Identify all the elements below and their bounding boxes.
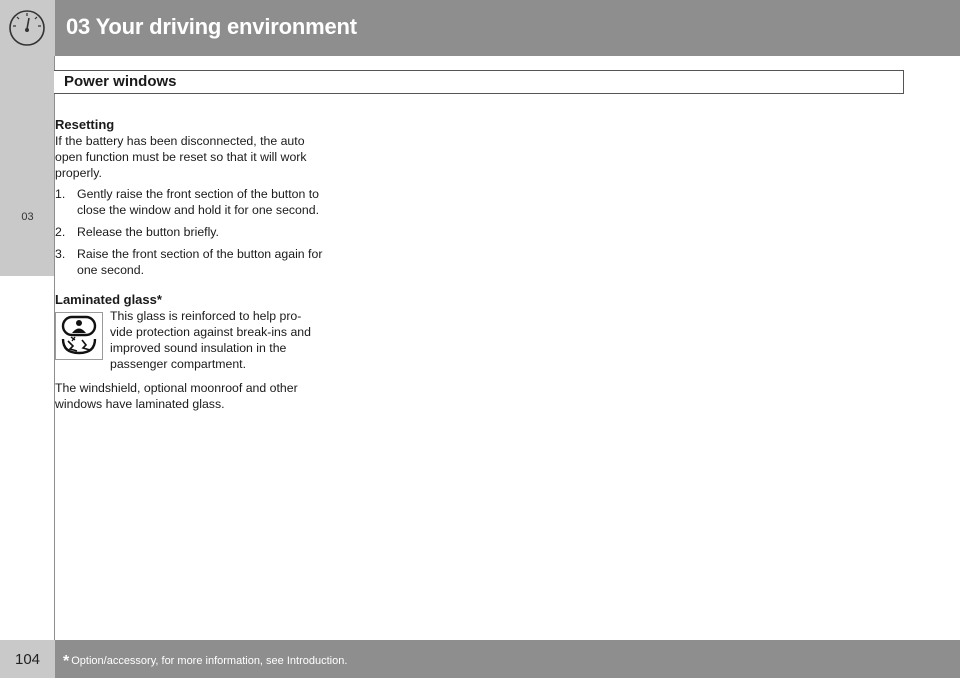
step-number: 3. bbox=[55, 247, 66, 261]
step-number: 1. bbox=[55, 187, 66, 201]
footnote: * Option/accessory, for more information,… bbox=[63, 653, 347, 671]
laminated-heading: Laminated glass* bbox=[55, 292, 162, 307]
laminated-text: This glass is reinforced to help pro-vid… bbox=[110, 309, 311, 371]
header-icon-box bbox=[0, 0, 55, 56]
step-text: Gently raise the front section of the bu… bbox=[77, 187, 319, 217]
step-text: Release the button briefly. bbox=[77, 225, 219, 239]
section-title-box bbox=[54, 70, 904, 94]
laminated-glass-icon bbox=[55, 312, 103, 360]
step-number: 2. bbox=[55, 225, 66, 239]
resetting-steps: 1. Gently raise the front section of the… bbox=[55, 186, 323, 278]
step-item: 3. Raise the front section of the button… bbox=[55, 246, 323, 278]
resetting-heading: Resetting bbox=[55, 117, 115, 132]
gauge-icon bbox=[9, 10, 45, 46]
page-number: 104 bbox=[14, 651, 41, 668]
margin-area bbox=[0, 276, 55, 640]
step-text: Raise the front section of the button ag… bbox=[77, 247, 323, 277]
chapter-tab[interactable]: 03 bbox=[0, 211, 55, 223]
chapter-strip bbox=[0, 56, 55, 276]
step-item: 2. Release the button briefly. bbox=[55, 224, 323, 240]
footnote-star: * bbox=[63, 653, 70, 670]
laminated-block: This glass is reinforced to help pro-vid… bbox=[55, 308, 323, 372]
section-title: Power windows bbox=[64, 73, 177, 90]
step-item: 1. Gently raise the front section of the… bbox=[55, 186, 323, 218]
resetting-intro: If the battery has been disconnected, th… bbox=[55, 134, 307, 180]
content-column: Resetting If the battery has been discon… bbox=[55, 117, 323, 412]
chapter-title: 03 Your driving environment bbox=[66, 14, 357, 39]
footnote-text: Option/accessory, for more information, … bbox=[71, 655, 348, 667]
laminated-note: The windshield, optional moonroof and ot… bbox=[55, 381, 298, 411]
